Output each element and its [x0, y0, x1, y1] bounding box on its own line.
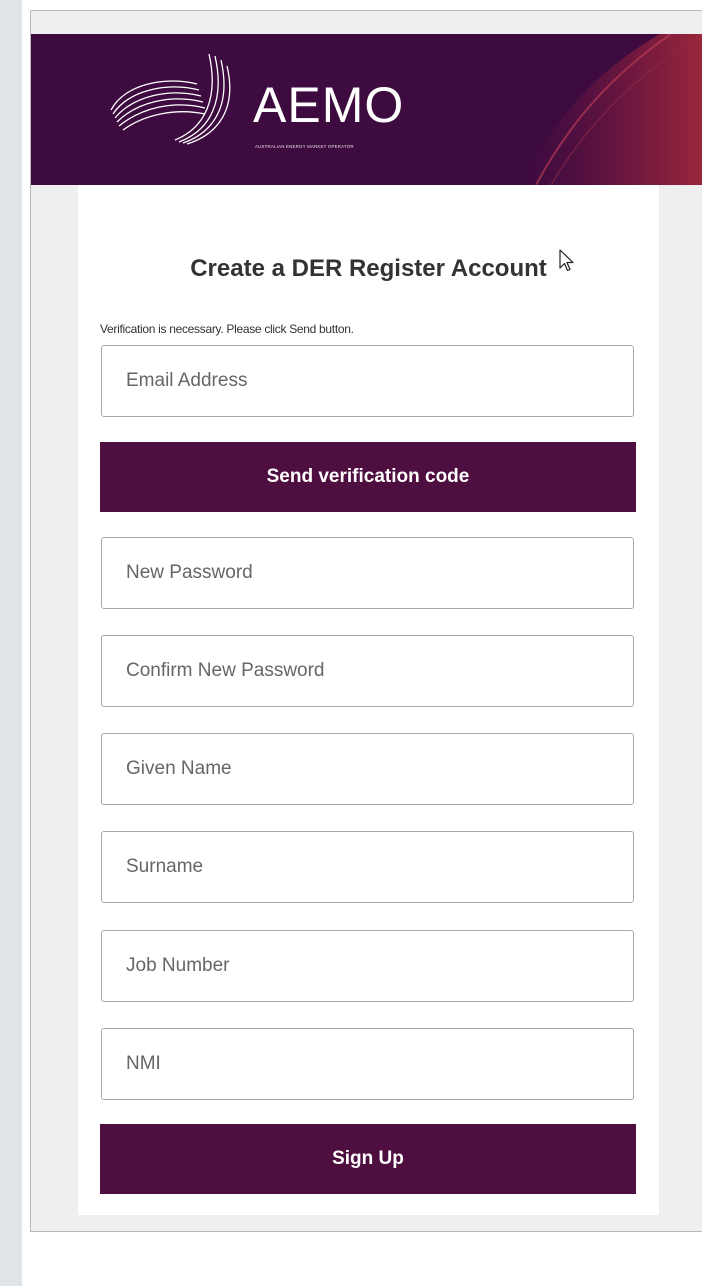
header-banner: AEMO AUSTRALIAN ENERGY MARKET OPERATOR: [31, 34, 702, 185]
aemo-wordmark: AEMO: [253, 77, 405, 133]
given-name-field[interactable]: [101, 733, 634, 805]
left-edge-strip: [0, 0, 22, 1286]
surname-field[interactable]: [101, 831, 634, 903]
aemo-tagline: AUSTRALIAN ENERGY MARKET OPERATOR: [255, 144, 354, 149]
new-password-field[interactable]: [101, 537, 634, 609]
aemo-swirl-icon: [110, 53, 231, 145]
email-field[interactable]: [101, 345, 634, 417]
verification-note: Verification is necessary. Please click …: [100, 322, 354, 336]
aemo-logo: AEMO AUSTRALIAN ENERGY MARKET OPERATOR: [105, 48, 405, 158]
send-verification-code-button[interactable]: Send verification code: [100, 442, 636, 512]
mouse-pointer-icon: [559, 249, 574, 272]
nmi-field[interactable]: [101, 1028, 634, 1100]
sign-up-button[interactable]: Sign Up: [100, 1124, 636, 1194]
job-number-field[interactable]: [101, 930, 634, 1002]
confirm-password-field[interactable]: [101, 635, 634, 707]
